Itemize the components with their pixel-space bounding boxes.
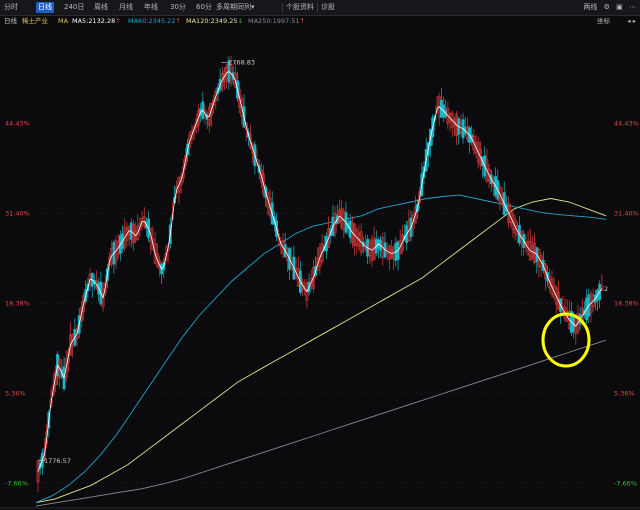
period-tab[interactable]: 分时 [2, 2, 20, 13]
candlestick-chart[interactable]: 44.43% 44.43% 31.40% 31.40% 18.38% 18.38% 5.36… [0, 26, 640, 510]
toolbar-icons: 两线 ⚙ ▣ ⋯ [579, 2, 636, 13]
toolbar-divider [282, 3, 283, 12]
period-tab[interactable]: 240日 [62, 2, 86, 13]
stock-review-button[interactable]: 诊股 [319, 2, 337, 13]
two-lines-toggle[interactable]: 两线 [583, 3, 597, 11]
period-tab[interactable]: 60分 [194, 2, 214, 13]
period-label: 日线 [4, 17, 17, 25]
period-toolbar: 分时 日线 240日 周线 月线 年线 30分 60分 多周期同列▾ 个股资料 诊股 两线 ⚙… [0, 0, 640, 16]
toolbar-divider [317, 3, 318, 12]
toolbar-divider [183, 3, 184, 12]
y-tick-label-right: 5.36% [614, 390, 635, 398]
ma120-value: MA120:2349.25↓ [186, 17, 243, 25]
period-tab[interactable]: 30分 [168, 2, 188, 13]
y-tick-label-left: 31.40% [5, 210, 30, 218]
y-tick-label-left: 18.38% [5, 300, 30, 308]
ma5-value: MA5:2132.28↑ [72, 17, 121, 25]
y-tick-label-right: 18.38% [614, 300, 639, 308]
y-tick-label-right: -7.66% [614, 479, 637, 487]
ma60-value: MA60:2345.22↑ [128, 17, 181, 25]
y-tick-label-left: 5.36% [5, 390, 26, 398]
window-icon[interactable]: ▣ [616, 3, 623, 11]
y-tick-label-right: 31.40% [614, 210, 639, 218]
ma-label[interactable]: MA [58, 16, 68, 26]
period-tab[interactable]: 周线 [92, 2, 110, 13]
y-tick-label-right: 44.43% [614, 120, 639, 128]
y-tick-label-left: -7.66% [5, 479, 28, 487]
low-annotation: 1776.57 [44, 457, 71, 465]
stock-info-button[interactable]: 个股资料 [284, 2, 316, 13]
indicator-bar: 日线 稀土产业 MA MA5:2132.28↑ MA60:2345.22↑ MA… [0, 16, 640, 26]
axis-menu[interactable]: 坐标 [597, 16, 610, 26]
last-annotation: 2 [604, 285, 608, 293]
period-tab[interactable]: 月线 [117, 2, 135, 13]
scroll-control[interactable]: ◂ ▸ [627, 16, 636, 26]
settings-icon[interactable]: ⚙ [604, 3, 610, 11]
high-annotation: 2768.83 [228, 58, 255, 66]
more-icon[interactable]: ⋯ [629, 3, 636, 11]
y-tick-label-left: 44.43% [5, 120, 30, 128]
ma250-value: MA250:1997.51↑ [248, 17, 305, 25]
multi-period-button[interactable]: 多周期同列▾ [214, 2, 257, 13]
security-name: 稀土产业 [22, 17, 48, 25]
period-tab[interactable]: 年线 [142, 2, 160, 13]
ma250-line [35, 339, 607, 507]
period-tab[interactable]: 日线 [36, 2, 54, 13]
